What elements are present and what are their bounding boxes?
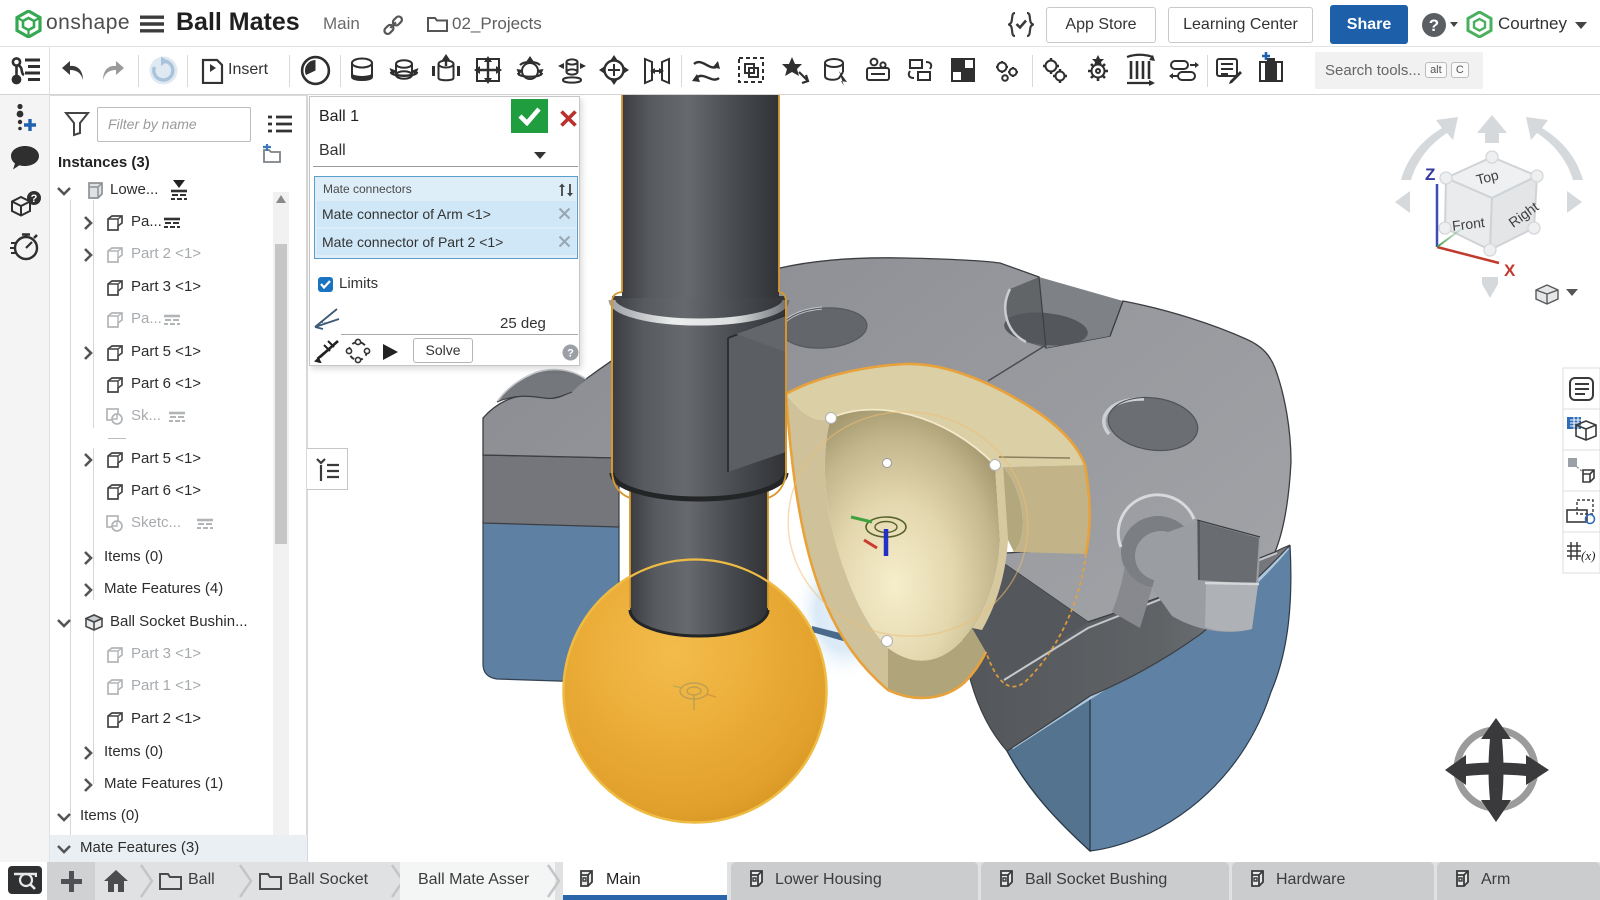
svg-text:Z: Z (1425, 165, 1435, 184)
svg-text:?: ? (31, 193, 38, 205)
svg-text:X: X (1504, 261, 1516, 280)
svg-text:?: ? (567, 348, 574, 360)
svg-text:(x): (x) (1581, 548, 1595, 563)
svg-text:?: ? (1429, 16, 1439, 35)
